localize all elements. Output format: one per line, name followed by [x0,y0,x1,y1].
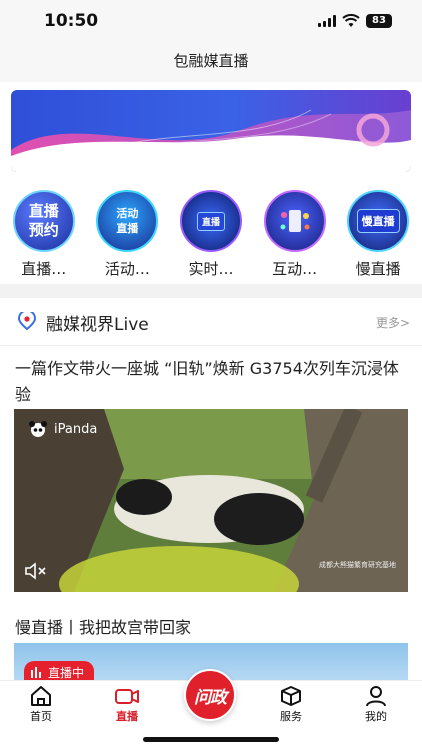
video-brand: iPanda [54,421,98,437]
cellular-signal-icon [318,15,336,27]
more-link[interactable]: 更多> [376,314,410,331]
user-icon [366,686,386,707]
video-watermark: 成都大熊猫繁育研究基地 [319,561,396,569]
entry-slow-live[interactable]: 慢直播 慢直播 [339,190,417,280]
badge-line-1: 活动 [116,207,139,220]
entry-event-live[interactable]: 活动 直播 活动… [88,190,166,280]
box-icon [281,686,301,706]
article-title[interactable]: 慢直播丨我把故宫带回家 [15,614,191,638]
banner-graphic [11,90,411,172]
page-title: 包融媒直播 [173,52,249,70]
live-badge-text: 直播中 [48,665,85,680]
entry-live-reservation[interactable]: 直播 预约 直播… [5,190,83,280]
entry-label: 直播… [21,260,67,278]
navigation-bar: 包融媒直播 [0,44,422,82]
home-indicator [143,737,279,742]
section-divider [0,284,422,298]
tab-inquiry[interactable]: 问政 [184,669,236,721]
video-camera-icon [115,689,139,704]
badge-line-1: 慢直播 [356,209,400,233]
battery-icon: 83 [366,14,392,28]
entry-interactive-live[interactable]: 互动… [256,190,334,280]
tab-live[interactable]: 直播 [92,685,162,724]
tab-service[interactable]: 服务 [256,685,326,724]
article-title[interactable]: 一篇作文带火一座城 “旧轨”焕新 G3754次列车沉浸体验 [15,356,410,408]
location-pin-icon [17,312,37,330]
badge-line-2: 直播 [116,222,139,235]
phone-reaction-icon [280,210,310,232]
panda-logo-icon [29,421,47,437]
entry-realtime-live[interactable]: 直播 实时… [172,190,250,280]
tab-label: 服务 [280,710,302,723]
wifi-icon [342,14,360,27]
ipanda-logo: iPanda [28,421,97,437]
tab-mine[interactable]: 我的 [341,685,411,724]
banner-carousel[interactable] [11,90,411,172]
badge-line-1: 直播 [28,202,59,220]
status-time: 10:50 [44,11,99,31]
video-player[interactable]: iPanda 成都大熊猫繁育研究基地 [14,409,408,592]
badge-line-1: 直播 [196,211,225,231]
slow-live-icon: 慢直播 [347,190,410,252]
entry-label: 实时… [188,260,234,278]
live-categories: 直播 预约 直播… 活动 直播 活动… 直播 实时… 互动… 慢直播 慢直播 [0,190,422,280]
live-reservation-icon: 直播 预约 [12,190,75,252]
status-bar: 10:50 83 [0,0,422,44]
tab-label: 我的 [365,710,387,723]
tab-label: 直播 [116,710,138,723]
section-title: 融媒视界Live [46,315,149,335]
home-icon [31,686,51,706]
section-header: 融媒视界Live 更多> [0,298,422,346]
interactive-live-icon [263,190,326,252]
event-live-icon: 活动 直播 [96,190,159,252]
entry-label: 慢直播 [355,260,401,278]
inquiry-icon: 问政 [194,687,227,708]
live-bars-icon [31,667,41,678]
tab-label: 首页 [30,710,52,723]
realtime-live-icon: 直播 [179,190,242,252]
entry-label: 互动… [272,260,318,278]
mute-icon[interactable] [24,562,48,580]
tab-home[interactable]: 首页 [6,685,76,724]
entry-label: 活动… [104,260,150,278]
badge-line-2: 预约 [28,221,59,239]
status-icons: 83 [318,14,392,28]
